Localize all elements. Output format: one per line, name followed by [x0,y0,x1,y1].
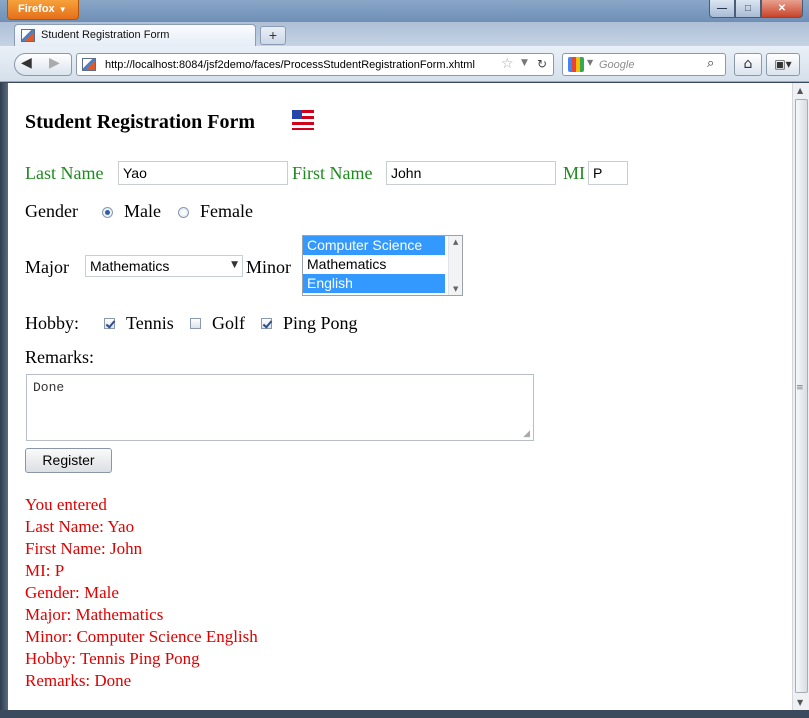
scrollbar-grip-icon: ≡ [796,383,804,393]
last-name-label: Last Name [25,163,104,183]
register-button[interactable]: Register [25,448,112,473]
hobby-tennis-checkbox[interactable] [104,318,115,329]
gender-female-label[interactable]: Female [200,201,253,222]
site-identity-icon[interactable] [82,58,96,71]
hobby-label: Hobby: [25,313,79,333]
tab-title: Student Registration Form [41,29,170,41]
first-name-input[interactable]: John [386,161,556,185]
page-favicon-icon [21,29,35,42]
major-select[interactable]: Mathematics ▼ [85,255,243,277]
firefox-menu-label: Firefox [18,3,55,15]
window-bottom-edge [0,710,809,718]
maximize-button[interactable]: □ [735,0,761,18]
hobby-ping-pong-checkbox[interactable] [261,318,272,329]
new-tab-button[interactable]: + [260,26,286,45]
remarks-label: Remarks: [25,347,94,367]
scroll-up-icon[interactable]: ▲ [453,238,458,246]
gender-male-label[interactable]: Male [124,201,161,222]
back-arrow-icon[interactable]: ◀ [21,55,32,71]
chevron-down-icon: ▼ [58,5,67,14]
google-search-engine-icon[interactable] [568,57,584,72]
addon-icon: ▣▾ [774,57,792,71]
hobby-ping-pong-label[interactable]: Ping Pong [283,313,358,334]
search-icon[interactable]: ⌕ [707,56,714,71]
result-heading: You entered [25,495,107,514]
result-mi: MI: P [25,561,65,580]
tab-strip: Student Registration Form + [0,22,809,46]
firefox-menu-button[interactable]: Firefox ▼ [7,0,79,20]
remarks-value: Done [33,380,65,395]
gender-male-radio[interactable] [102,207,113,218]
url-text[interactable]: http://localhost:8084/jsf2demo/faces/Pro… [105,59,475,71]
major-selected-value: Mathematics [90,258,170,274]
mi-label: MI [563,163,585,183]
result-hobby: Hobby: Tennis Ping Pong [25,649,200,668]
mi-input[interactable]: P [588,161,628,185]
title-bar: Firefox ▼ — □ ✕ [0,0,809,22]
tab-student-registration[interactable]: Student Registration Form [14,24,256,46]
result-gender: Gender: Male [25,583,119,602]
page-content: Student Registration Form Last Name Yao … [8,83,792,710]
result-major: Major: Mathematics [25,605,164,624]
gender-female-radio[interactable] [178,207,189,218]
home-button[interactable]: ⌂ [734,53,762,76]
history-dropdown-icon[interactable]: ▼ [521,58,528,68]
url-bar[interactable]: http://localhost:8084/jsf2demo/faces/Pro… [76,53,554,76]
minor-option-mathematics[interactable]: Mathematics [303,255,445,274]
remarks-textarea[interactable]: Done ◢ [26,374,534,441]
scroll-down-icon[interactable]: ▼ [797,698,803,707]
scrollbar-thumb[interactable] [795,99,808,693]
major-label: Major [25,257,69,277]
result-first-name: First Name: John [25,539,143,558]
us-flag-icon [292,110,314,130]
bookmark-star-icon[interactable]: ☆ [501,56,514,72]
navigation-toolbar: ◀ ▶ http://localhost:8084/jsf2demo/faces… [0,46,809,82]
minor-label: Minor [246,257,291,277]
first-name-label: First Name [292,163,373,183]
addon-bar-button[interactable]: ▣▾ [766,53,800,76]
hobby-golf-checkbox[interactable] [190,318,201,329]
minor-option-computer-science[interactable]: Computer Science [303,236,445,255]
result-last-name: Last Name: Yao [25,517,135,536]
close-window-button[interactable]: ✕ [761,0,803,18]
result-remarks: Remarks: Done [25,671,132,690]
page-title: Student Registration Form [25,111,255,133]
window-left-edge [0,83,8,710]
resize-grip-icon[interactable]: ◢ [523,429,530,439]
search-engine-dropdown-icon[interactable]: ▼ [587,58,593,67]
minimize-button[interactable]: — [709,0,735,18]
gender-label: Gender [25,201,78,221]
submission-results: You entered Last Name: Yao First Name: J… [25,494,258,692]
scroll-up-icon[interactable]: ▲ [797,86,803,95]
chevron-down-icon: ▼ [231,260,238,270]
minor-listbox[interactable]: Computer Science Mathematics English ▲ ▼ [302,235,463,296]
reload-icon[interactable]: ↻ [537,57,547,71]
back-forward-group: ◀ ▶ [14,53,72,76]
scroll-down-icon[interactable]: ▼ [453,285,458,293]
last-name-input[interactable]: Yao [118,161,288,185]
result-minor: Minor: Computer Science English [25,627,258,646]
window-controls: — □ ✕ [709,0,803,20]
search-bar[interactable]: ▼ Google ⌕ [562,53,726,76]
minor-listbox-scrollbar[interactable]: ▲ ▼ [448,236,462,295]
hobby-tennis-label[interactable]: Tennis [126,313,174,334]
search-placeholder: Google [599,59,635,71]
minor-option-english[interactable]: English [303,274,445,293]
home-icon: ⌂ [743,56,753,72]
page-vertical-scrollbar[interactable]: ▲ ≡ ▼ [792,83,809,710]
hobby-golf-label[interactable]: Golf [212,313,245,334]
forward-arrow-icon[interactable]: ▶ [49,55,60,71]
